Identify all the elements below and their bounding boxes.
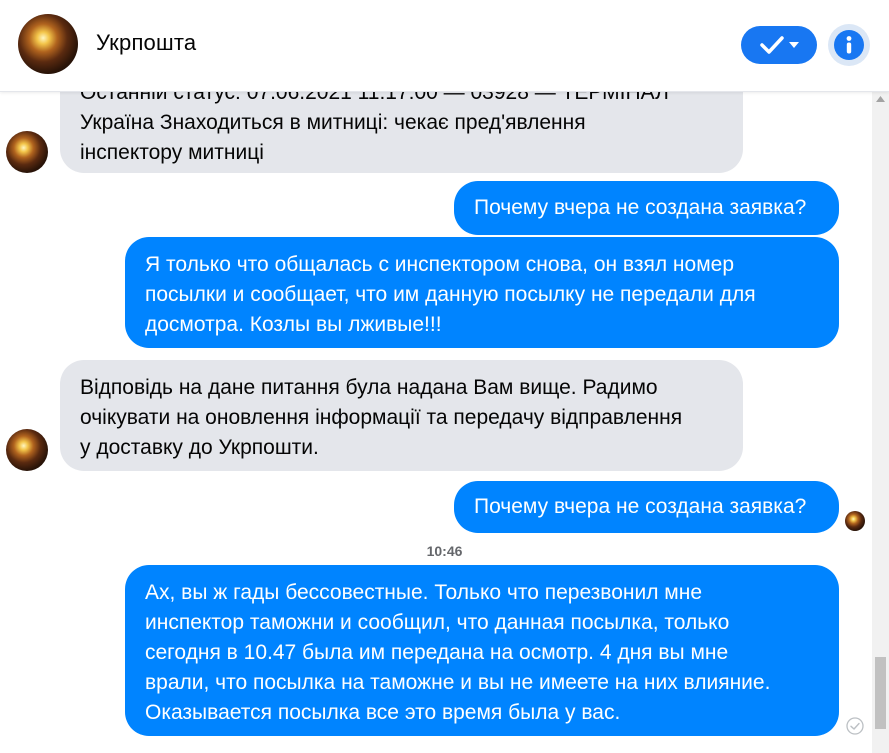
sender-avatar[interactable] [6, 429, 48, 471]
chevron-down-icon [789, 42, 799, 48]
message-incoming[interactable]: Відповідь на дане питання була надана Ва… [60, 360, 743, 471]
info-button[interactable] [828, 24, 870, 66]
contact-name[interactable]: Укрпошта [96, 30, 196, 56]
sender-avatar[interactable] [6, 131, 48, 173]
message-timestamp: 10:46 [426, 543, 463, 559]
scrollbar[interactable] [872, 92, 889, 753]
message-outgoing[interactable]: Я только что общалась с инспектором снов… [125, 237, 839, 348]
sent-check-icon [846, 717, 864, 735]
read-receipt-avatar [845, 511, 865, 531]
mark-done-button[interactable] [741, 26, 817, 64]
message-incoming[interactable]: Останній статус: 07.06.2021 11:17:00 — 0… [60, 92, 743, 173]
checkmark-icon [760, 36, 784, 54]
chat-header: Укрпошта [0, 0, 889, 92]
contact-avatar[interactable] [18, 14, 78, 74]
message-outgoing[interactable]: Почему вчера не создана заявка? [454, 481, 839, 533]
message-outgoing[interactable]: Ах, вы ж гады бессовестные. Только что п… [125, 565, 839, 736]
message-outgoing[interactable]: Почему вчера не создана заявка? [454, 181, 839, 235]
info-icon [834, 30, 864, 60]
message-list: Останній статус: 07.06.2021 11:17:00 — 0… [0, 92, 889, 753]
scroll-up-arrow-icon[interactable] [872, 96, 889, 108]
scrollbar-thumb[interactable] [875, 657, 886, 729]
